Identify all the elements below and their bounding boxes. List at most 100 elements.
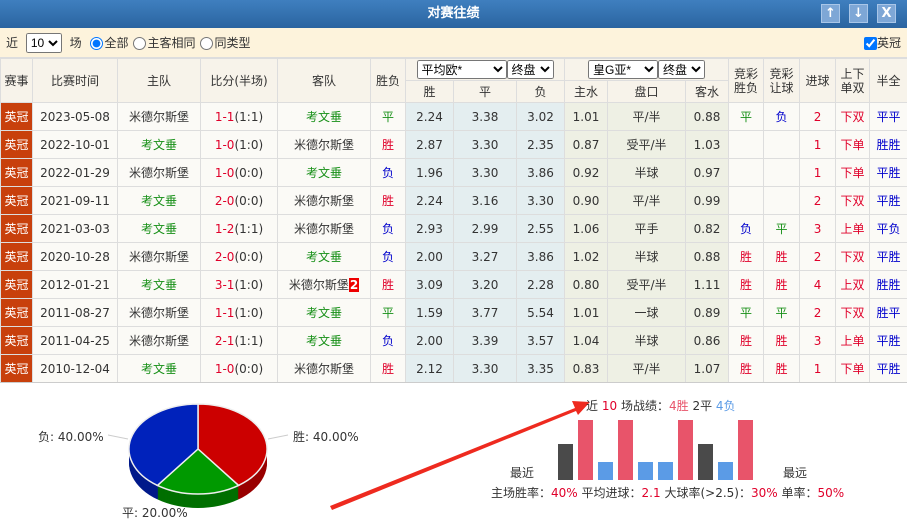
home-team-cell[interactable]: 米德尔斯堡	[118, 243, 201, 271]
league-checkbox[interactable]: 英冠	[864, 28, 901, 58]
odds-win-cell: 2.24	[406, 103, 454, 131]
score-cell[interactable]: 1-2(1:1)	[201, 215, 278, 243]
away-team-cell[interactable]: 米德尔斯堡	[278, 187, 371, 215]
away-team-cell[interactable]: 米德尔斯堡2	[278, 271, 371, 299]
odds-lose-cell: 3.02	[517, 103, 565, 131]
result-cell: 平	[371, 103, 406, 131]
home-water-cell: 1.01	[565, 103, 608, 131]
score-cell[interactable]: 1-0(0:0)	[201, 355, 278, 383]
home-team-cell[interactable]: 米德尔斯堡	[118, 327, 201, 355]
asia-company-select[interactable]: 皇G亚*	[588, 60, 658, 79]
score-cell[interactable]: 2-0(0:0)	[201, 187, 278, 215]
filter-same-type-radio[interactable]: 同类型	[196, 36, 251, 50]
league-cell[interactable]: 英冠	[1, 299, 33, 327]
full-score: 2-1	[215, 334, 235, 348]
home-team-cell[interactable]: 米德尔斯堡	[118, 159, 201, 187]
header-away: 客队	[278, 59, 371, 103]
header-score: 比分(半场)	[201, 59, 278, 103]
home-team-cell[interactable]: 考文垂	[118, 187, 201, 215]
match-count-select[interactable]: 10	[26, 33, 62, 53]
score-cell[interactable]: 1-1(1:0)	[201, 299, 278, 327]
score-cell[interactable]: 1-1(1:1)	[201, 103, 278, 131]
away-team-cell[interactable]: 米德尔斯堡	[278, 131, 371, 159]
score-cell[interactable]: 1-0(0:0)	[201, 159, 278, 187]
home-team-cell[interactable]: 考文垂	[118, 131, 201, 159]
league-cell[interactable]: 英冠	[1, 271, 33, 299]
full-score: 3-1	[215, 278, 235, 292]
odds-lose-cell: 2.28	[517, 271, 565, 299]
away-team-cell[interactable]: 考文垂	[278, 243, 371, 271]
jc-handicap-cell: 胜	[764, 327, 800, 355]
odds-win-cell: 2.24	[406, 187, 454, 215]
away-team-cell[interactable]: 考文垂	[278, 159, 371, 187]
league-cell[interactable]: 英冠	[1, 131, 33, 159]
away-water-cell: 0.86	[686, 327, 729, 355]
home-water-cell: 1.06	[565, 215, 608, 243]
league-cell[interactable]: 英冠	[1, 215, 33, 243]
away-team-cell[interactable]: 考文垂	[278, 299, 371, 327]
asia-type-select[interactable]: 终盘	[658, 60, 705, 79]
home-team-cell[interactable]: 米德尔斯堡	[118, 103, 201, 131]
half-full-cell: 平胜	[870, 355, 907, 383]
full-score: 2-0	[215, 194, 235, 208]
home-team-cell[interactable]: 考文垂	[118, 271, 201, 299]
away-team-cell[interactable]: 考文垂	[278, 103, 371, 131]
away-team-cell[interactable]: 考文垂	[278, 327, 371, 355]
score-cell[interactable]: 2-0(0:0)	[201, 243, 278, 271]
eu-company-select[interactable]: 平均欧*	[417, 60, 507, 79]
close-button[interactable]: X	[877, 4, 896, 23]
eu-type-select[interactable]: 终盘	[507, 60, 554, 79]
home-water-cell: 0.87	[565, 131, 608, 159]
odds-win-cell: 2.00	[406, 243, 454, 271]
score-cell[interactable]: 2-1(1:1)	[201, 327, 278, 355]
home-team-cell[interactable]: 考文垂	[118, 215, 201, 243]
league-cell[interactable]: 英冠	[1, 243, 33, 271]
result-cell: 平	[371, 299, 406, 327]
home-team-cell[interactable]: 米德尔斯堡	[118, 299, 201, 327]
away-team-cell[interactable]: 米德尔斯堡	[278, 215, 371, 243]
jc-result-cell: 平	[729, 103, 764, 131]
over-under-cell: 上单	[836, 327, 870, 355]
score-cell[interactable]: 3-1(1:0)	[201, 271, 278, 299]
table-row: 英冠2022-10-01考文垂1-0(1:0)米德尔斯堡胜2.873.302.3…	[1, 131, 907, 159]
full-score: 1-0	[215, 362, 235, 376]
odds-win-cell: 2.93	[406, 215, 454, 243]
date-cell: 2011-08-27	[33, 299, 118, 327]
full-score: 2-0	[215, 250, 235, 264]
over-under-cell: 下单	[836, 131, 870, 159]
goals-cell: 3	[800, 215, 836, 243]
over-under-cell: 上双	[836, 271, 870, 299]
jc-result-cell	[729, 131, 764, 159]
half-score: (1:1)	[234, 334, 263, 348]
form-bar-loss	[598, 462, 613, 480]
away-team-cell[interactable]: 米德尔斯堡	[278, 355, 371, 383]
home-team-cell[interactable]: 考文垂	[118, 355, 201, 383]
move-down-button[interactable]: ↓	[849, 4, 868, 23]
jc-handicap-cell: 胜	[764, 355, 800, 383]
home-win-rate-value: 40%	[551, 486, 578, 500]
goals-cell: 1	[800, 159, 836, 187]
table-row: 英冠2020-10-28米德尔斯堡2-0(0:0)考文垂负2.003.273.8…	[1, 243, 907, 271]
league-cell[interactable]: 英冠	[1, 327, 33, 355]
header-lose: 负	[517, 81, 565, 103]
date-cell: 2021-09-11	[33, 187, 118, 215]
filter-all-radio[interactable]: 全部	[86, 36, 129, 50]
odds-draw-cell: 3.20	[454, 271, 517, 299]
filter-same-venue-radio[interactable]: 主客相同	[129, 36, 196, 50]
move-up-button[interactable]: ↑	[821, 4, 840, 23]
league-cell[interactable]: 英冠	[1, 187, 33, 215]
odds-win-cell: 2.12	[406, 355, 454, 383]
jc-result-cell	[729, 187, 764, 215]
odds-win-cell: 1.59	[406, 299, 454, 327]
goals-cell: 2	[800, 243, 836, 271]
league-cell[interactable]: 英冠	[1, 103, 33, 131]
jc-handicap-cell: 平	[764, 215, 800, 243]
score-cell[interactable]: 1-0(1:0)	[201, 131, 278, 159]
league-cell[interactable]: 英冠	[1, 159, 33, 187]
over-under-cell: 下单	[836, 355, 870, 383]
header-away-water: 客水	[686, 81, 729, 103]
date-cell: 2020-10-28	[33, 243, 118, 271]
league-cell[interactable]: 英冠	[1, 355, 33, 383]
odds-win-cell: 2.87	[406, 131, 454, 159]
result-cell: 胜	[371, 131, 406, 159]
